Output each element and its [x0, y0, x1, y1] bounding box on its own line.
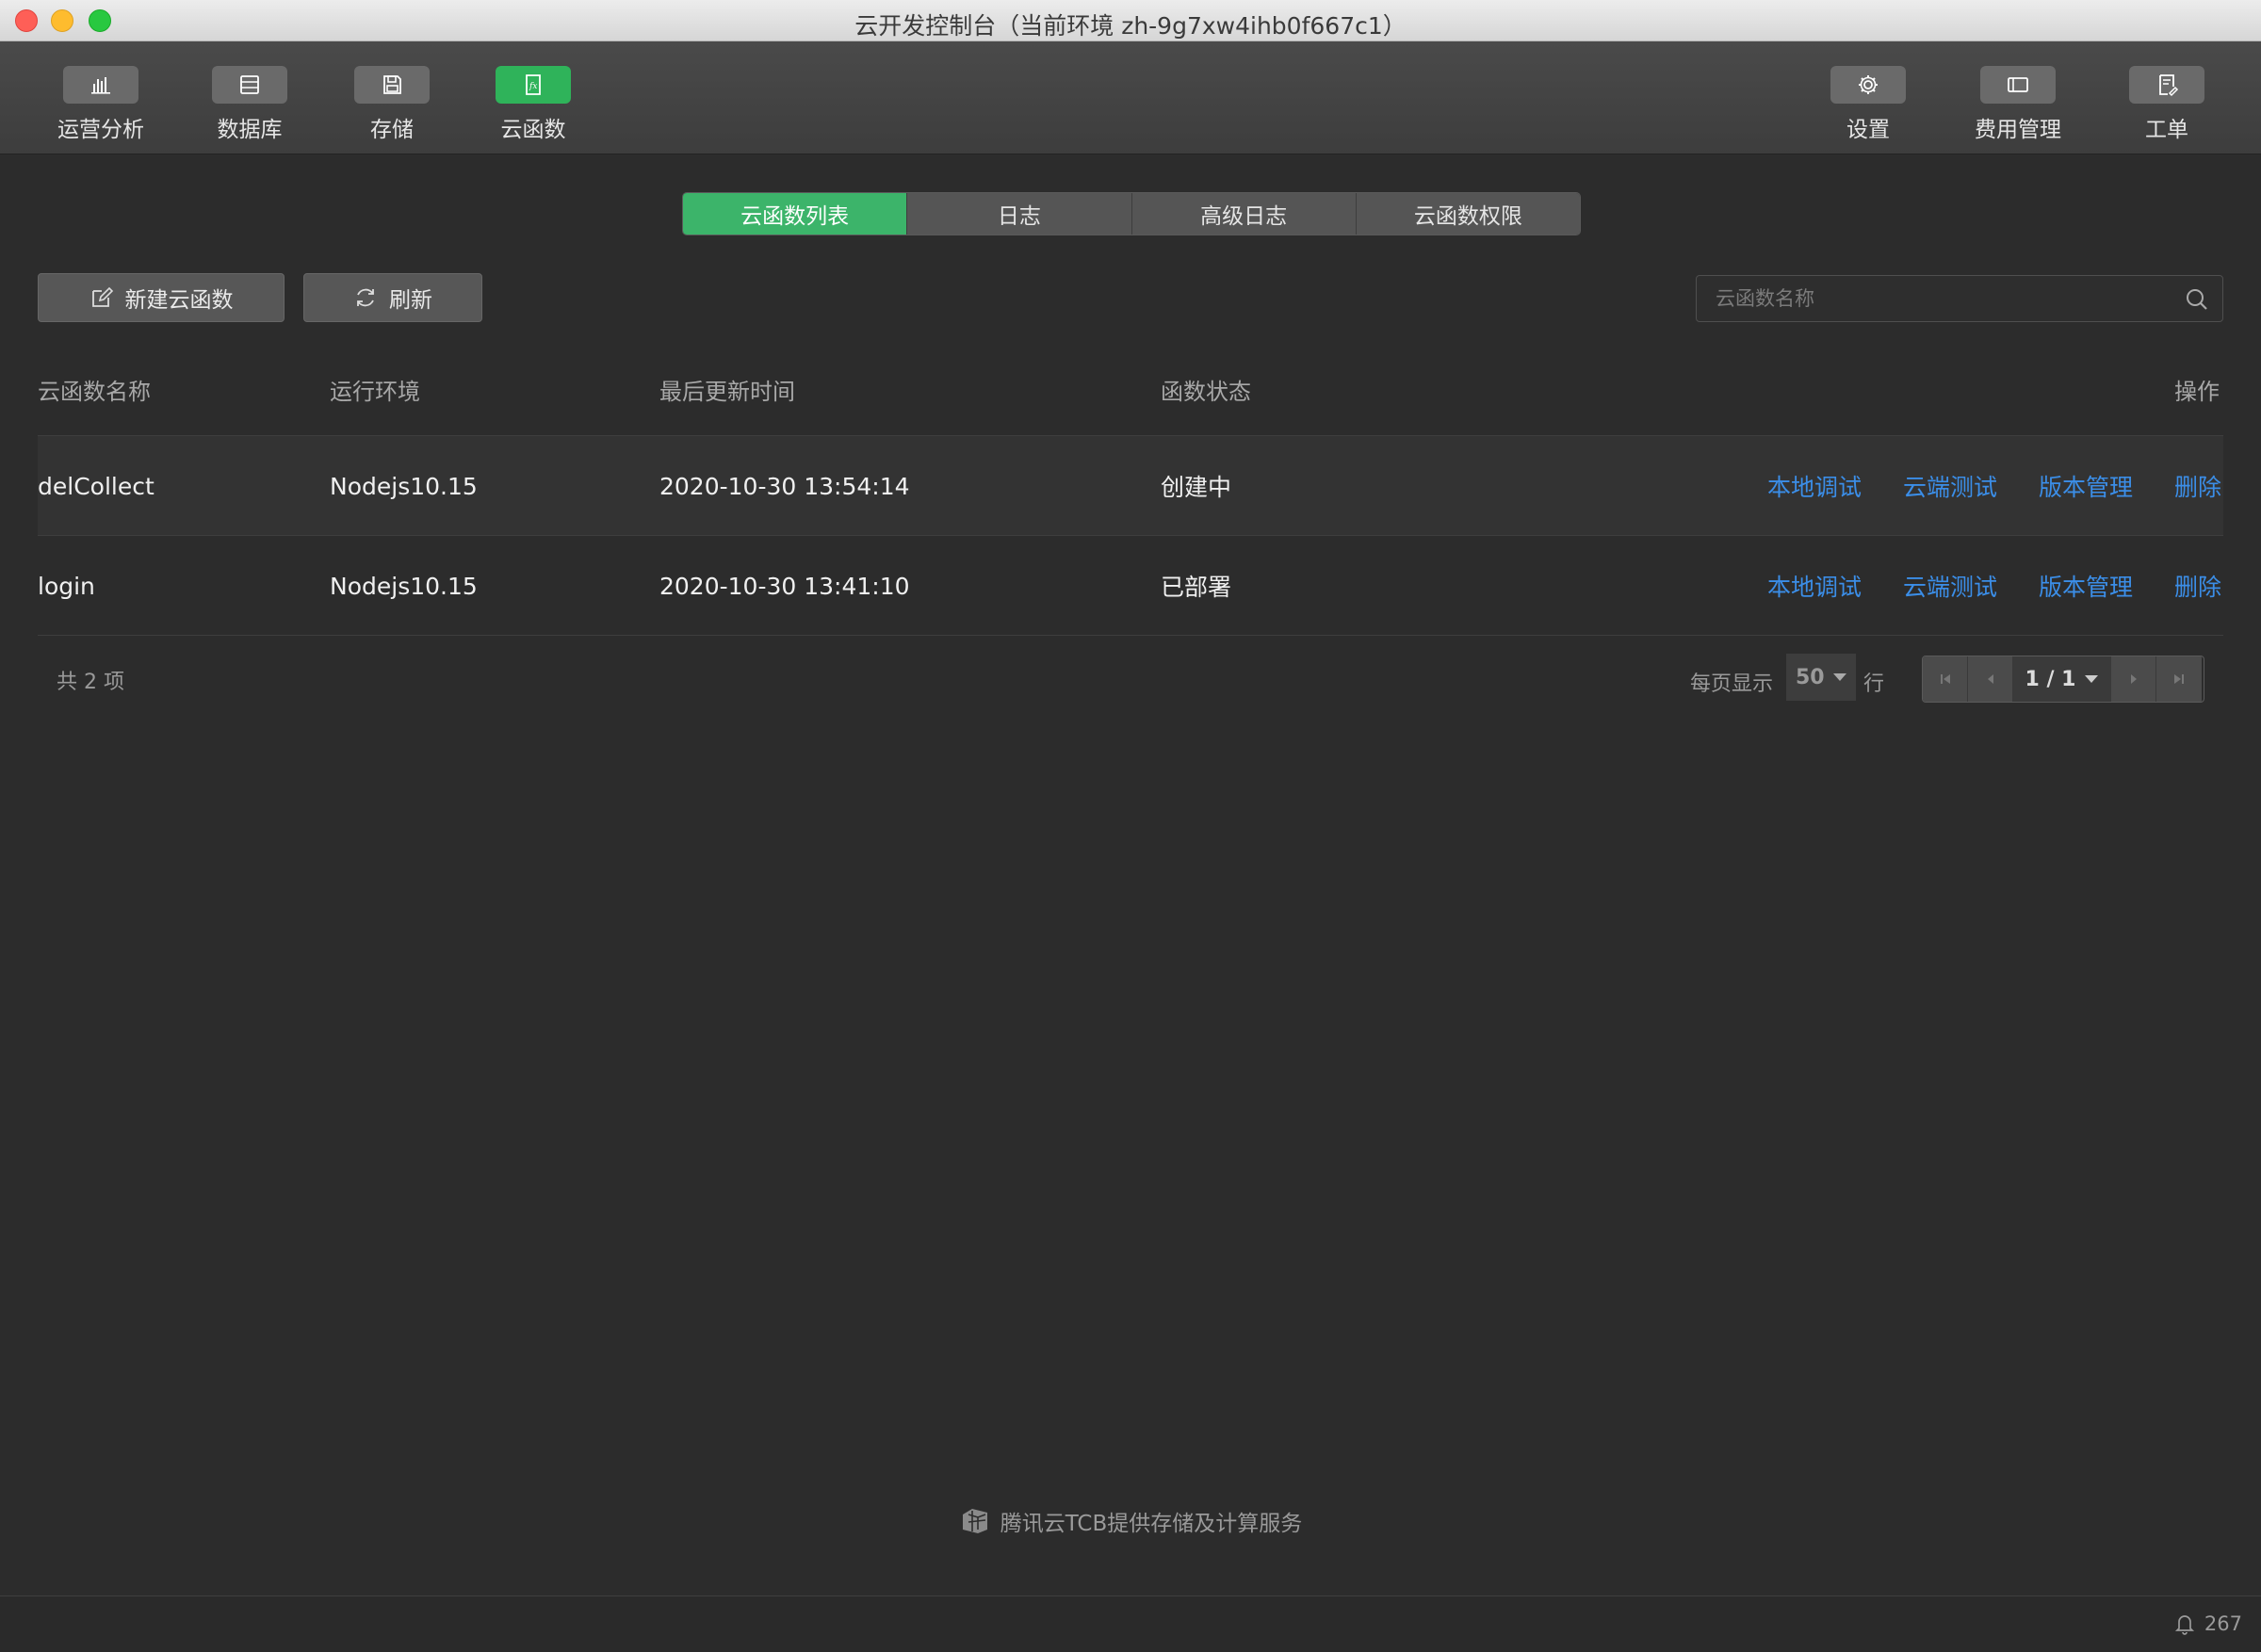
title-bar: 云开发控制台（当前环境 zh-9g7xw4ihb0f667c1） — [0, 0, 2261, 41]
total-count: 共 2 项 — [57, 671, 124, 694]
ticket-icon — [2159, 74, 2179, 97]
search-icon[interactable] — [2183, 285, 2211, 314]
billing-icon — [2008, 77, 2028, 92]
database-icon — [240, 75, 259, 94]
toolbar-label: 运营分析 — [57, 118, 144, 142]
toolbar-label: 费用管理 — [1975, 118, 2061, 142]
refresh-icon — [357, 288, 374, 307]
svg-text:fx: fx — [529, 82, 537, 91]
page-indicator: 1 / 1 — [2025, 667, 2076, 691]
function-name: login — [38, 572, 95, 600]
delete-link[interactable]: 删除 — [2174, 436, 2221, 536]
brand-footer: 腾讯云TCB提供存储及计算服务 — [0, 1505, 2261, 1537]
new-function-button[interactable]: 新建云函数 — [38, 273, 285, 322]
toolbar-label: 存储 — [370, 118, 414, 142]
chevron-left-icon — [1987, 674, 1993, 684]
version-management-link[interactable]: 版本管理 — [2039, 436, 2133, 536]
tab-advanced-logs[interactable]: 高级日志 — [1131, 193, 1357, 235]
cloud-test-link[interactable]: 云端测试 — [1903, 436, 1997, 536]
function-icon: fx — [526, 74, 541, 95]
column-header-name: 云函数名称 — [38, 379, 151, 405]
column-header-actions: 操作 — [2174, 379, 2220, 405]
search-box — [1696, 275, 2223, 322]
storage-icon — [383, 75, 401, 94]
per-page-value: 50 — [1796, 665, 1825, 689]
tab-function-list[interactable]: 云函数列表 — [683, 193, 908, 235]
function-updated: 2020-10-30 13:54:14 — [659, 472, 910, 500]
function-status: 已部署 — [1161, 574, 1232, 601]
chevron-down-icon — [2085, 675, 2099, 683]
rows-label: 行 — [1863, 672, 1885, 696]
next-page-button[interactable] — [2111, 656, 2156, 702]
bell-icon — [2174, 1615, 2194, 1635]
toolbar-item-database[interactable]: 数据库 — [179, 66, 320, 143]
brand-text: 腾讯云TCB提供存储及计算服务 — [1000, 1512, 1303, 1536]
column-header-status: 函数状态 — [1161, 379, 1251, 405]
toolbar-item-analytics[interactable]: 运营分析 — [30, 66, 171, 143]
per-page-label: 每页显示 — [1690, 672, 1774, 696]
toolbar-label: 云函数 — [500, 118, 566, 142]
toolbar-item-billing[interactable]: 费用管理 — [1947, 66, 2089, 143]
column-header-updated: 最后更新时间 — [659, 379, 795, 405]
page-select[interactable]: 1 / 1 — [2013, 656, 2111, 702]
table-row: login Nodejs10.15 2020-10-30 13:41:10 已部… — [38, 536, 2223, 636]
gear-icon — [1859, 75, 1878, 94]
main-toolbar: 运营分析 数据库 存储 fx 云函数 设置 费用管理 工单 — [0, 41, 2261, 154]
search-input[interactable] — [1697, 276, 2168, 321]
new-function-label: 新建云函数 — [124, 288, 234, 313]
notification-button[interactable]: 267 — [2172, 1612, 2242, 1636]
prev-page-button[interactable] — [1968, 656, 2013, 702]
edit-icon — [91, 286, 113, 307]
version-management-link[interactable]: 版本管理 — [2039, 536, 2133, 636]
toolbar-label: 设置 — [1846, 118, 1890, 142]
first-page-button[interactable] — [1923, 656, 1968, 702]
table-row: delCollect Nodejs10.15 2020-10-30 13:54:… — [38, 436, 2223, 536]
toolbar-item-settings[interactable]: 设置 — [1797, 66, 1939, 143]
last-page-button[interactable] — [2156, 656, 2202, 702]
chevron-down-icon — [1833, 673, 1846, 681]
per-page-select[interactable]: 50 — [1786, 654, 1856, 701]
chevron-right-icon — [2130, 674, 2137, 684]
pagination: 1 / 1 — [1922, 656, 2204, 703]
toolbar-label: 数据库 — [217, 118, 283, 142]
tab-function-permissions[interactable]: 云函数权限 — [1356, 193, 1580, 235]
window-title: 云开发控制台（当前环境 zh-9g7xw4ihb0f667c1） — [854, 12, 1407, 40]
first-page-icon — [1940, 674, 1950, 684]
bar-chart-icon — [91, 77, 110, 94]
refresh-button[interactable]: 刷新 — [303, 273, 482, 322]
local-debug-link[interactable]: 本地调试 — [1767, 436, 1862, 536]
delete-link[interactable]: 删除 — [2174, 536, 2221, 636]
toolbar-label: 工单 — [2145, 118, 2188, 142]
local-debug-link[interactable]: 本地调试 — [1767, 536, 1862, 636]
notification-count: 267 — [2204, 1612, 2242, 1635]
function-runtime: Nodejs10.15 — [330, 472, 478, 500]
function-tabs: 云函数列表 日志 高级日志 云函数权限 — [682, 192, 1581, 235]
function-status: 创建中 — [1161, 474, 1232, 501]
refresh-label: 刷新 — [389, 288, 432, 313]
toolbar-item-storage[interactable]: 存储 — [321, 66, 463, 143]
function-updated: 2020-10-30 13:41:10 — [659, 572, 910, 600]
tencent-cloud-logo-icon — [962, 1509, 987, 1533]
column-header-runtime: 运行环境 — [330, 379, 420, 405]
cloud-test-link[interactable]: 云端测试 — [1903, 536, 1997, 636]
function-name: delCollect — [38, 472, 155, 500]
toolbar-item-ticket[interactable]: 工单 — [2096, 66, 2237, 143]
status-bar: 267 — [0, 1595, 2261, 1652]
last-page-icon — [2174, 674, 2184, 684]
function-runtime: Nodejs10.15 — [330, 572, 478, 600]
toolbar-item-cloud-function[interactable]: fx 云函数 — [463, 66, 604, 143]
tab-logs[interactable]: 日志 — [907, 193, 1132, 235]
